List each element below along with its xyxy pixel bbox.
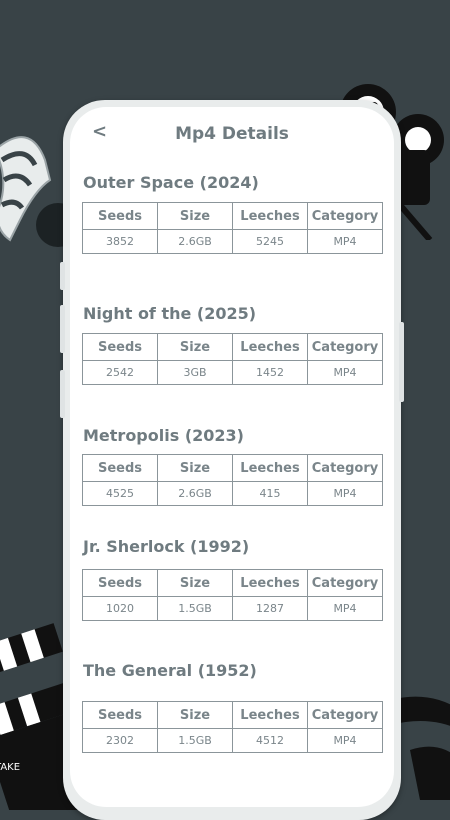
- app-screen: < Mp4 Details Outer Space (2024) Seeds S…: [70, 107, 394, 807]
- column-header-leeches: Leeches: [232, 333, 308, 361]
- movie-details-table: Seeds Size Leeches Category 4525 2.6GB 4…: [82, 454, 383, 506]
- column-header-seeds: Seeds: [82, 454, 158, 482]
- table-row: 3852 2.6GB 5245 MP4: [82, 229, 383, 254]
- column-header-size: Size: [157, 454, 233, 482]
- column-header-seeds: Seeds: [82, 701, 158, 729]
- table-row: 4525 2.6GB 415 MP4: [82, 481, 383, 506]
- leeches-value: 5245: [232, 229, 308, 254]
- column-header-category: Category: [307, 569, 383, 597]
- column-header-leeches: Leeches: [232, 701, 308, 729]
- size-value: 3GB: [157, 360, 233, 385]
- size-value: 1.5GB: [157, 596, 233, 621]
- column-header-category: Category: [307, 202, 383, 230]
- seeds-value: 2542: [82, 360, 158, 385]
- size-value: 2.6GB: [157, 481, 233, 506]
- movie-details-table: Seeds Size Leeches Category 3852 2.6GB 5…: [82, 202, 383, 254]
- movie-title: The General (1952): [83, 661, 257, 680]
- leeches-value: 4512: [232, 728, 308, 753]
- phone-side-button: [60, 262, 65, 290]
- movie-details-table: Seeds Size Leeches Category 2542 3GB 145…: [82, 333, 383, 385]
- table-header-row: Seeds Size Leeches Category: [82, 333, 383, 361]
- seeds-value: 1020: [82, 596, 158, 621]
- leeches-value: 1452: [232, 360, 308, 385]
- movie-title: Night of the (2025): [83, 304, 257, 323]
- column-header-size: Size: [157, 202, 233, 230]
- size-value: 1.5GB: [157, 728, 233, 753]
- table-header-row: Seeds Size Leeches Category: [82, 202, 383, 230]
- seeds-value: 4525: [82, 481, 158, 506]
- seeds-value: 3852: [82, 229, 158, 254]
- leeches-value: 1287: [232, 596, 308, 621]
- column-header-seeds: Seeds: [82, 569, 158, 597]
- category-value: MP4: [307, 728, 383, 753]
- category-value: MP4: [307, 360, 383, 385]
- table-header-row: Seeds Size Leeches Category: [82, 454, 383, 482]
- phone-side-button: [60, 305, 65, 353]
- movie-title: Metropolis (2023): [83, 426, 244, 445]
- table-row: 2542 3GB 1452 MP4: [82, 360, 383, 385]
- movie-title: Outer Space (2024): [83, 173, 259, 192]
- column-header-leeches: Leeches: [232, 454, 308, 482]
- column-header-seeds: Seeds: [82, 333, 158, 361]
- column-header-seeds: Seeds: [82, 202, 158, 230]
- column-header-size: Size: [157, 701, 233, 729]
- page-title: Mp4 Details: [175, 124, 289, 144]
- column-header-size: Size: [157, 333, 233, 361]
- column-header-size: Size: [157, 569, 233, 597]
- movie-details-table: Seeds Size Leeches Category 2302 1.5GB 4…: [82, 701, 383, 753]
- table-row: 1020 1.5GB 1287 MP4: [82, 596, 383, 621]
- movie-details-table: Seeds Size Leeches Category 1020 1.5GB 1…: [82, 569, 383, 621]
- column-header-leeches: Leeches: [232, 202, 308, 230]
- column-header-category: Category: [307, 333, 383, 361]
- category-value: MP4: [307, 481, 383, 506]
- column-header-leeches: Leeches: [232, 569, 308, 597]
- svg-text:TAKE: TAKE: [0, 762, 20, 773]
- category-value: MP4: [307, 229, 383, 254]
- table-header-row: Seeds Size Leeches Category: [82, 569, 383, 597]
- phone-side-button: [399, 322, 404, 402]
- category-value: MP4: [307, 596, 383, 621]
- size-value: 2.6GB: [157, 229, 233, 254]
- movie-title: Jr. Sherlock (1992): [83, 537, 250, 556]
- column-header-category: Category: [307, 701, 383, 729]
- app-header: < Mp4 Details: [70, 115, 394, 155]
- column-header-category: Category: [307, 454, 383, 482]
- phone-side-button: [60, 370, 65, 418]
- table-header-row: Seeds Size Leeches Category: [82, 701, 383, 729]
- table-row: 2302 1.5GB 4512 MP4: [82, 728, 383, 753]
- seeds-value: 2302: [82, 728, 158, 753]
- leeches-value: 415: [232, 481, 308, 506]
